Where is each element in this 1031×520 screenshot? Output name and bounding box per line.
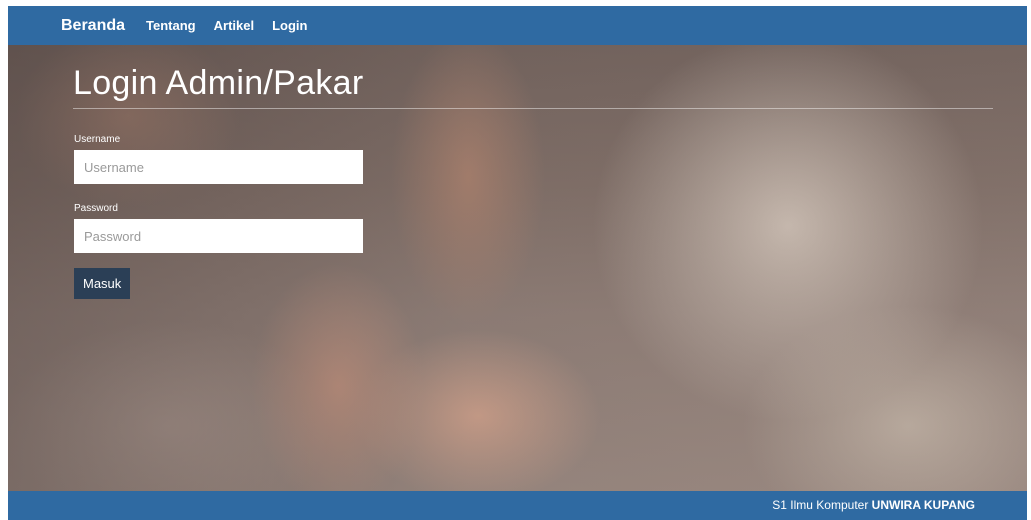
- footer-credit: S1 Ilmu Komputer UNWIRA KUPANG: [772, 498, 975, 512]
- nav-link-login[interactable]: Login: [272, 18, 307, 33]
- footer-program: S1 Ilmu Komputer: [772, 498, 869, 512]
- password-label: Password: [74, 203, 118, 214]
- nav-link-artikel[interactable]: Artikel: [214, 18, 254, 33]
- nav-link-tentang[interactable]: Tentang: [146, 18, 196, 33]
- page-frame: Beranda Tentang Artikel Login Login Admi…: [8, 6, 1027, 520]
- page-title: Login Admin/Pakar: [73, 64, 364, 102]
- password-input[interactable]: [74, 219, 363, 253]
- footer-bar: S1 Ilmu Komputer UNWIRA KUPANG: [8, 491, 1027, 520]
- top-navbar: Beranda Tentang Artikel Login: [8, 6, 1027, 45]
- username-label: Username: [74, 134, 121, 145]
- title-divider: [73, 108, 993, 109]
- nav-brand-beranda[interactable]: Beranda: [61, 17, 125, 35]
- username-input[interactable]: [74, 150, 363, 184]
- footer-institution: UNWIRA KUPANG: [871, 498, 975, 512]
- login-submit-button[interactable]: Masuk: [74, 268, 131, 299]
